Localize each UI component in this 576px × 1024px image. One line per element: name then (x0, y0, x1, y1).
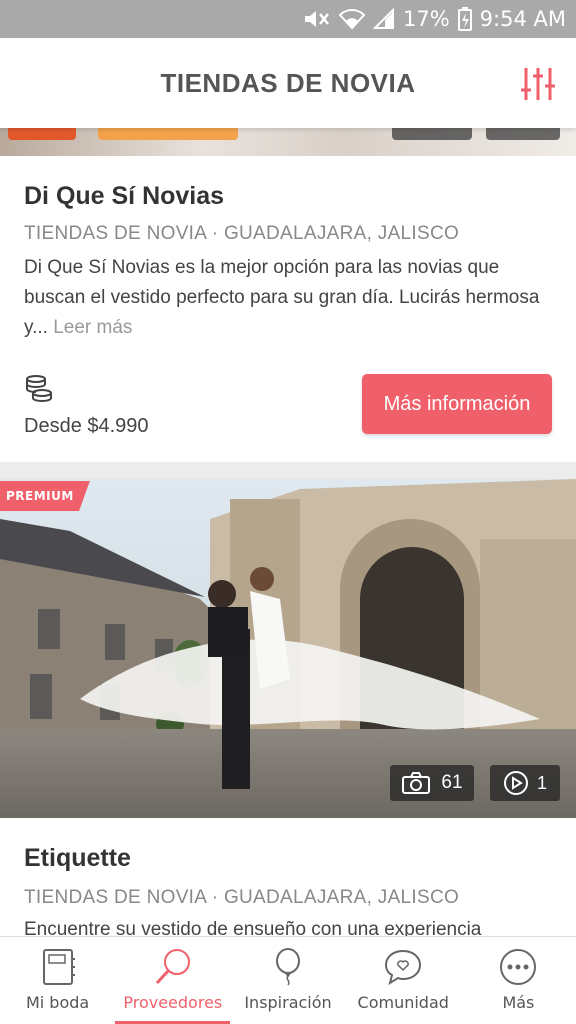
price-block: Desde $4.990 (24, 374, 149, 438)
coins-icon (26, 375, 52, 403)
vendor-category-location: TIENDAS DE NOVIA · GUADALAJARA, JALISCO (24, 887, 460, 908)
nav-label: Mi boda (25, 993, 90, 1012)
premium-badge: PREMIUM (0, 481, 90, 511)
chat-heart-icon (385, 949, 422, 986)
page-title: TIENDAS DE NOVIA (160, 67, 416, 98)
filter-button[interactable] (518, 64, 558, 104)
battery-charging-icon (457, 7, 472, 31)
more-dots-icon (500, 949, 537, 985)
read-more-link[interactable]: Leer más (53, 317, 132, 338)
balloon-icon (276, 948, 300, 986)
magnifier-icon (155, 949, 190, 985)
video-count: 1 (536, 772, 547, 793)
more-info-button[interactable]: Más información (362, 374, 552, 434)
vendor-list[interactable]: Di Que Sí Novias TIENDAS DE NOVIA · GUAD… (0, 128, 576, 936)
nav-label: Proveedores (123, 993, 223, 1012)
mute-icon (303, 8, 331, 30)
notebook-icon (42, 949, 75, 985)
camera-icon (402, 772, 431, 794)
listing-card[interactable]: Etiquette TIENDAS DE NOVIA · GUADALAJARA… (0, 818, 576, 936)
nav-label: Comunidad (357, 993, 449, 1012)
nav-item-mi-boda[interactable]: Mi boda (0, 937, 115, 1024)
listing-card[interactable]: Di Que Sí Novias TIENDAS DE NOVIA · GUAD… (0, 156, 576, 462)
wifi-icon (338, 8, 365, 30)
previous-listing-photo[interactable] (0, 128, 576, 156)
nav-item-inspiracion[interactable]: Inspiración (230, 937, 345, 1024)
vendor-name[interactable]: Di Que Sí Novias (24, 182, 552, 211)
video-count-button[interactable]: 1 (490, 765, 560, 801)
vendor-category-location: TIENDAS DE NOVIA · GUADALAJARA, JALISCO (24, 223, 460, 244)
sliders-icon (521, 68, 555, 100)
price-from: Desde $4.990 (24, 415, 149, 437)
play-circle-icon (503, 771, 528, 795)
screen: 17% 9:54 AM TIENDAS DE NOVIA Di Que Sí N (0, 0, 576, 1024)
photo-count-button[interactable]: 61 (390, 765, 474, 801)
photo-count: 61 (441, 772, 463, 793)
clock: 9:54 AM (479, 7, 566, 31)
vendor-description: Encuentre su vestido de ensueño con una … (24, 919, 482, 936)
nav-item-comunidad[interactable]: Comunidad (346, 937, 461, 1024)
nav-item-proveedores[interactable]: Proveedores (115, 937, 231, 1024)
status-bar: 17% 9:54 AM (0, 0, 576, 38)
listing-photo[interactable]: PREMIUM 61 1 (0, 479, 576, 818)
nav-label: Inspiración (244, 993, 332, 1012)
app-header: TIENDAS DE NOVIA (0, 38, 576, 128)
vendor-description: Di Que Sí Novias es la mejor opción para… (24, 257, 540, 338)
vendor-name[interactable]: Etiquette (24, 844, 552, 873)
nav-item-mas[interactable]: Más (461, 937, 576, 1024)
signal-icon (372, 8, 395, 30)
nav-label: Más (502, 993, 535, 1012)
battery-percent: 17% (402, 7, 450, 31)
bottom-nav: Mi boda Proveedores Inspiración Comunida… (0, 936, 576, 1024)
